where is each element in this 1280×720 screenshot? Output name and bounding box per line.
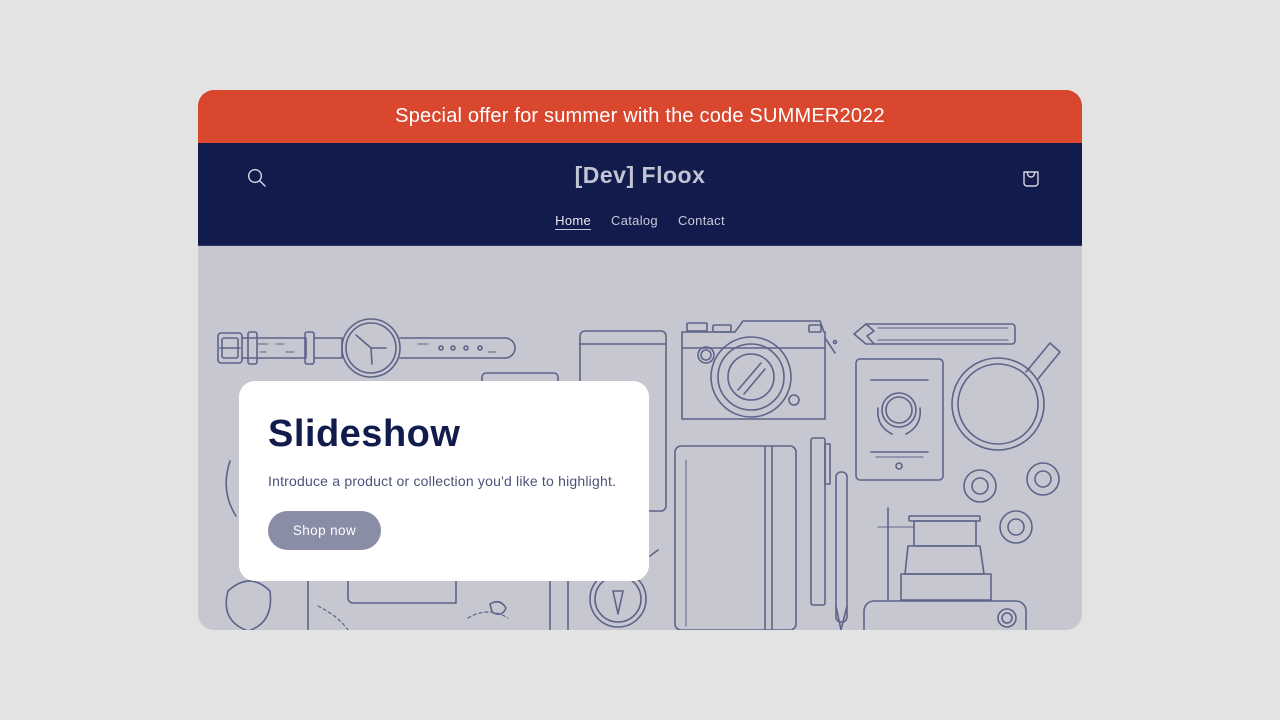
shop-now-button[interactable]: Shop now <box>268 511 381 550</box>
site-header: [Dev] Floox Home Catalog Contact <box>198 143 1082 246</box>
slideshow-card: Slideshow Introduce a product or collect… <box>239 381 649 581</box>
slideshow-heading: Slideshow <box>268 413 461 455</box>
nav-item-catalog[interactable]: Catalog <box>611 213 658 230</box>
map-illustration <box>307 575 569 630</box>
site-logo[interactable]: [Dev] Floox <box>198 162 1082 189</box>
notebook-illustration <box>674 445 797 630</box>
camera-illustration <box>681 320 838 420</box>
announcement-text: Special offer for summer with the code S… <box>395 105 885 127</box>
watch-illustration <box>217 318 516 378</box>
shopping-bag-icon <box>1023 171 1039 187</box>
main-nav: Home Catalog Contact <box>198 213 1082 230</box>
nav-item-home[interactable]: Home <box>555 213 592 230</box>
tape-rolls-illustration <box>963 462 1060 544</box>
storefront-frame: Special offer for summer with the code S… <box>198 90 1082 630</box>
nav-item-contact[interactable]: Contact <box>678 213 725 230</box>
mug-illustration <box>951 342 1061 451</box>
pen-illustration <box>810 437 848 630</box>
slideshow-hero: Slideshow Introduce a product or collect… <box>198 246 1082 630</box>
lens-illustration <box>863 507 1027 630</box>
passport-illustration <box>855 358 944 481</box>
cart-button[interactable] <box>1020 167 1042 189</box>
slideshow-text: Introduce a product or collection you'd … <box>268 473 617 489</box>
pencil-illustration <box>853 323 1016 345</box>
announcement-bar: Special offer for summer with the code S… <box>198 90 1082 143</box>
